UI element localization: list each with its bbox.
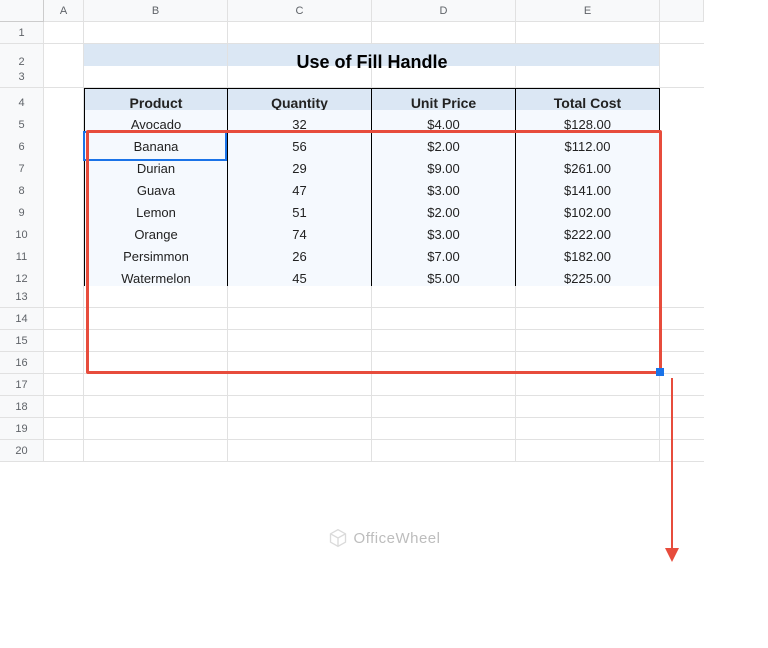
cell-gutter-16 [660, 352, 704, 374]
cell-D20[interactable] [372, 440, 516, 462]
cell-A20[interactable] [44, 440, 84, 462]
cell-B20[interactable] [84, 440, 228, 462]
row-header-3[interactable]: 3 [0, 66, 44, 88]
cell-gutter-17 [660, 374, 704, 396]
col-header-C[interactable]: C [228, 0, 372, 22]
col-header-spacer [660, 0, 704, 22]
cell-D16[interactable] [372, 352, 516, 374]
col-header-B[interactable]: B [84, 0, 228, 22]
cell-E18[interactable] [516, 396, 660, 418]
row-header-13[interactable]: 13 [0, 286, 44, 308]
cell-D18[interactable] [372, 396, 516, 418]
cell-C18[interactable] [228, 396, 372, 418]
cell-A3[interactable] [44, 66, 84, 88]
cell-A15[interactable] [44, 330, 84, 352]
cell-E13[interactable] [516, 286, 660, 308]
row-header-15[interactable]: 15 [0, 330, 44, 352]
cell-A1[interactable] [44, 22, 84, 44]
cell-B1[interactable] [84, 22, 228, 44]
cell-A18[interactable] [44, 396, 84, 418]
drag-arrow [668, 378, 682, 562]
cell-E19[interactable] [516, 418, 660, 440]
cell-C14[interactable] [228, 308, 372, 330]
cell-B16[interactable] [84, 352, 228, 374]
watermark: OfficeWheel [0, 528, 768, 548]
corner-cell[interactable] [0, 0, 44, 22]
row-header-17[interactable]: 17 [0, 374, 44, 396]
cell-C16[interactable] [228, 352, 372, 374]
cell-D17[interactable] [372, 374, 516, 396]
cell-D19[interactable] [372, 418, 516, 440]
cell-B19[interactable] [84, 418, 228, 440]
cell-D13[interactable] [372, 286, 516, 308]
cell-C20[interactable] [228, 440, 372, 462]
watermark-text: OfficeWheel [354, 530, 441, 547]
cell-A14[interactable] [44, 308, 84, 330]
cell-E14[interactable] [516, 308, 660, 330]
cell-B18[interactable] [84, 396, 228, 418]
row-header-16[interactable]: 16 [0, 352, 44, 374]
cell-C15[interactable] [228, 330, 372, 352]
cell-E1[interactable] [516, 22, 660, 44]
row-header-19[interactable]: 19 [0, 418, 44, 440]
cell-gutter-19 [660, 418, 704, 440]
cell-B13[interactable] [84, 286, 228, 308]
row-header-1[interactable]: 1 [0, 22, 44, 44]
sheet-title: Use of Fill Handle [84, 44, 660, 80]
cell-B14[interactable] [84, 308, 228, 330]
col-header-A[interactable]: A [44, 0, 84, 22]
cell-E17[interactable] [516, 374, 660, 396]
cell-gutter-14 [660, 308, 704, 330]
cell-C19[interactable] [228, 418, 372, 440]
cell-A17[interactable] [44, 374, 84, 396]
cell-A16[interactable] [44, 352, 84, 374]
cell-gutter-3 [660, 66, 704, 88]
cell-B15[interactable] [84, 330, 228, 352]
cell-A19[interactable] [44, 418, 84, 440]
cell-gutter-13 [660, 286, 704, 308]
cell-E20[interactable] [516, 440, 660, 462]
cell-B17[interactable] [84, 374, 228, 396]
col-header-D[interactable]: D [372, 0, 516, 22]
cell-gutter-15 [660, 330, 704, 352]
cell-A13[interactable] [44, 286, 84, 308]
cell-C17[interactable] [228, 374, 372, 396]
cell-D14[interactable] [372, 308, 516, 330]
cell-E15[interactable] [516, 330, 660, 352]
row-header-20[interactable]: 20 [0, 440, 44, 462]
col-header-E[interactable]: E [516, 0, 660, 22]
fill-handle[interactable] [656, 368, 664, 376]
cell-gutter-18 [660, 396, 704, 418]
cell-D15[interactable] [372, 330, 516, 352]
cell-E16[interactable] [516, 352, 660, 374]
cell-C13[interactable] [228, 286, 372, 308]
row-header-14[interactable]: 14 [0, 308, 44, 330]
cell-D1[interactable] [372, 22, 516, 44]
cell-gutter-20 [660, 440, 704, 462]
row-header-18[interactable]: 18 [0, 396, 44, 418]
cell-C1[interactable] [228, 22, 372, 44]
cell-gutter-1 [660, 22, 704, 44]
cube-icon [328, 528, 348, 548]
